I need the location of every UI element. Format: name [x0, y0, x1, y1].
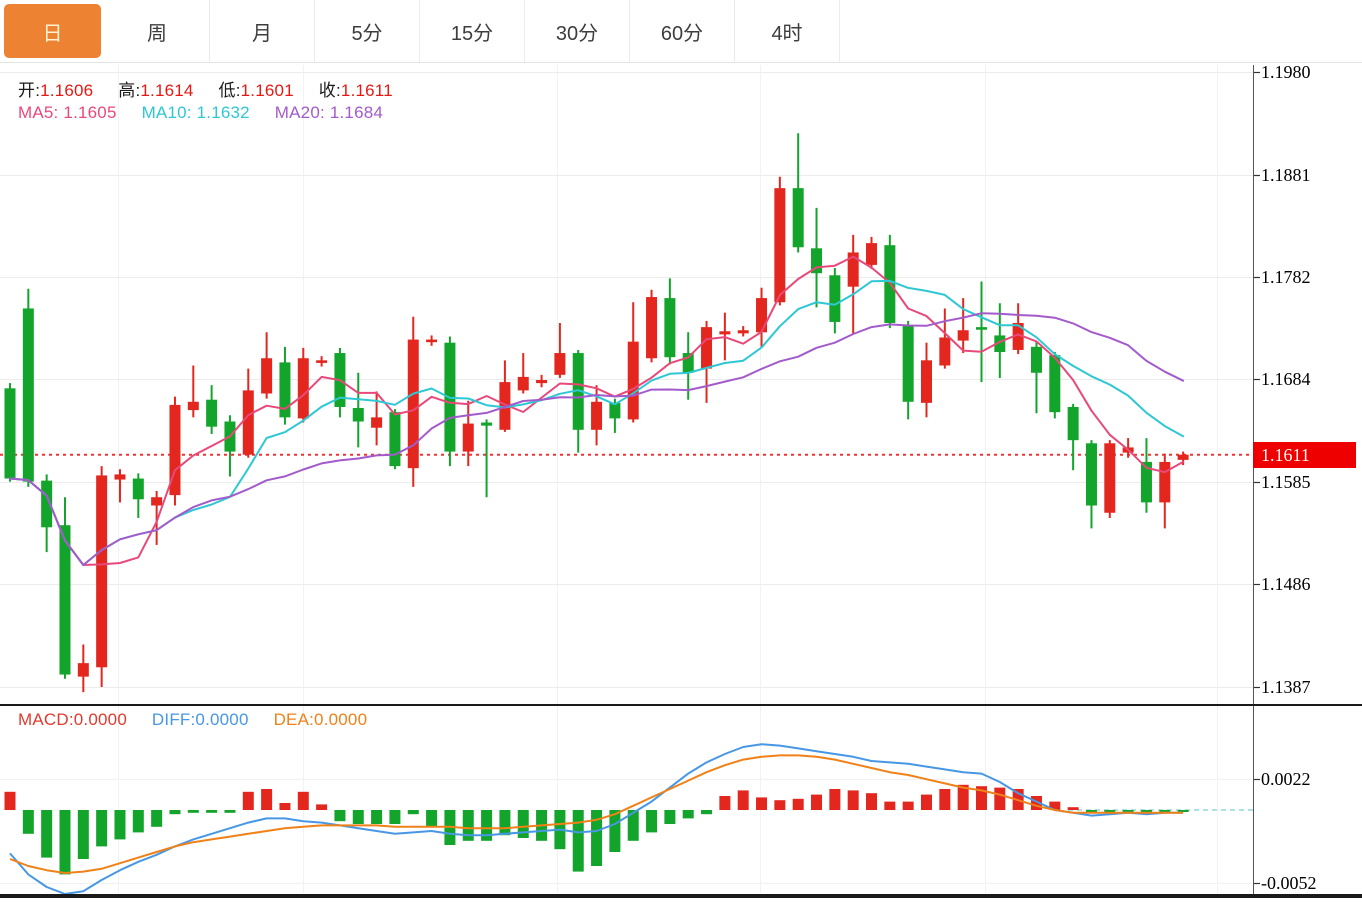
tab-daily[interactable]: 日	[0, 0, 105, 62]
tab-weekly[interactable]: 周	[105, 0, 210, 62]
high-label: 高:	[118, 81, 140, 100]
tab-4hour[interactable]: 4时	[735, 0, 840, 62]
open-label: 开:	[18, 81, 40, 100]
ma10-value: 1.1632	[197, 103, 250, 122]
tab-label: 30分	[556, 17, 598, 46]
last-price-badge: 1.1611	[1253, 442, 1356, 468]
tab-label: 60分	[661, 17, 703, 46]
open-value: 1.1606	[40, 81, 93, 100]
ma5-value: 1.1605	[63, 103, 116, 122]
price-tick-label: 1.1486	[1261, 573, 1311, 595]
macd-label: MACD:	[18, 710, 74, 729]
tab-5min[interactable]: 5分	[315, 0, 420, 62]
tab-label: 4时	[771, 17, 802, 46]
tab-label: 5分	[351, 17, 382, 46]
tab-label: 15分	[451, 17, 493, 46]
macd-tick-label: -0.0052	[1261, 872, 1317, 894]
price-tick-label: 1.1387	[1261, 676, 1311, 698]
ma20-label: MA20:	[275, 103, 325, 122]
ma-legend: MA5: 1.1605 MA10: 1.1632 MA20: 1.1684	[18, 103, 403, 123]
price-tick-label: 1.1585	[1261, 471, 1311, 493]
ma20-value: 1.1684	[330, 103, 383, 122]
macd-value: 0.0000	[74, 710, 127, 729]
macd-legend: MACD:0.0000 DIFF:0.0000 DEA:0.0000	[18, 710, 387, 730]
tab-label: 周	[147, 17, 167, 46]
tab-30min[interactable]: 30分	[525, 0, 630, 62]
high-value: 1.1614	[140, 81, 193, 100]
dea-label: DEA:	[274, 710, 314, 729]
close-value: 1.1611	[341, 81, 393, 100]
period-tabbar: 日 周 月 5分 15分 30分 60分 4时	[0, 0, 1362, 63]
tabbar-filler	[840, 0, 1362, 62]
ma10-label: MA10:	[142, 103, 192, 122]
trading-chart-app: 日 周 月 5分 15分 30分 60分 4时 开:1.1606 高:1.161…	[0, 0, 1362, 903]
ma5-label: MA5:	[18, 103, 58, 122]
dea-value: 0.0000	[314, 710, 367, 729]
price-tick-label: 1.1684	[1261, 368, 1311, 390]
macd-tick-label: 0.0022	[1261, 768, 1311, 790]
tab-monthly[interactable]: 月	[210, 0, 315, 62]
close-label: 收:	[319, 81, 341, 100]
chart-canvas[interactable]	[0, 0, 1362, 903]
tab-15min[interactable]: 15分	[420, 0, 525, 62]
diff-label: DIFF:	[152, 710, 196, 729]
tab-60min[interactable]: 60分	[630, 0, 735, 62]
tab-label: 月	[252, 17, 272, 46]
low-value: 1.1601	[241, 81, 294, 100]
price-tick-label: 1.1782	[1261, 266, 1311, 288]
diff-value: 0.0000	[195, 710, 248, 729]
ohlc-legend: 开:1.1606 高:1.1614 低:1.1601 收:1.1611	[18, 76, 413, 101]
price-tick-label: 1.1881	[1261, 164, 1311, 186]
price-tick-label: 1.1980	[1261, 61, 1311, 83]
tab-label: 日	[43, 17, 63, 46]
low-label: 低:	[219, 81, 241, 100]
